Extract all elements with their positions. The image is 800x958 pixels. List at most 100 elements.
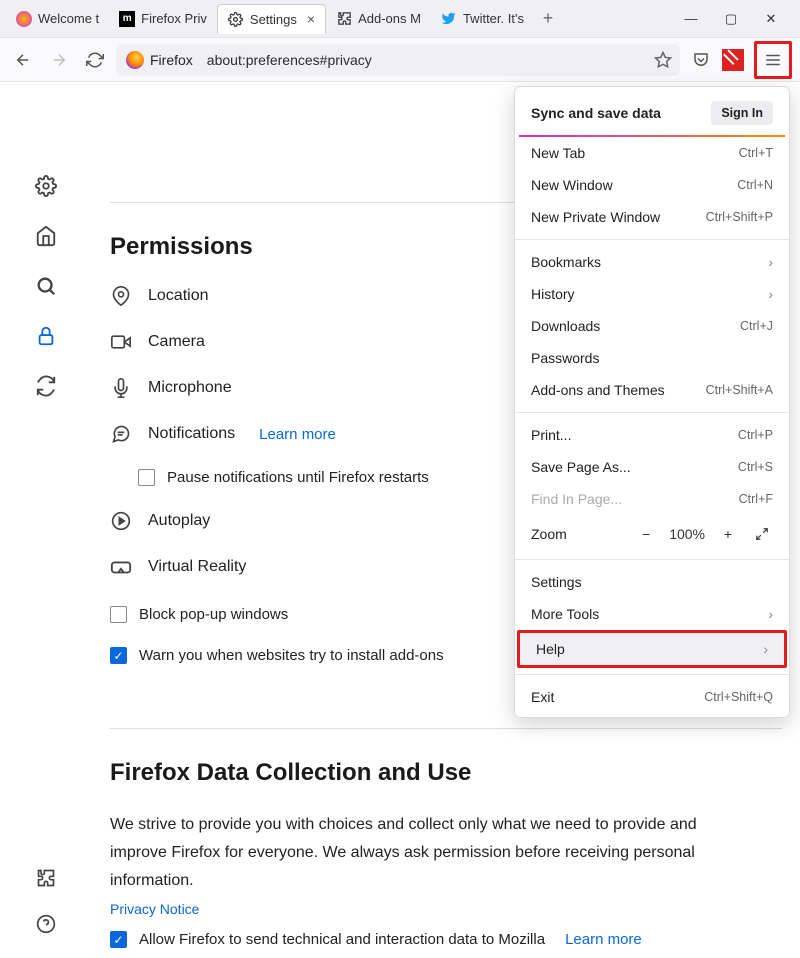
menu-more-tools[interactable]: More Tools›	[515, 598, 789, 630]
firefox-icon	[16, 11, 32, 27]
data-collection-heading: Firefox Data Collection and Use	[110, 759, 782, 787]
divider	[515, 674, 789, 675]
close-window-button[interactable]: ✕	[758, 11, 784, 27]
sidebar-help[interactable]	[34, 912, 58, 936]
sidebar-sync[interactable]	[34, 374, 58, 398]
url-text: about:preferences#privacy	[207, 52, 372, 68]
bookmark-star-icon[interactable]	[654, 51, 672, 69]
tab-twitter[interactable]: Twitter. It's	[431, 4, 534, 34]
puzzle-icon	[336, 11, 352, 27]
menu-print[interactable]: Print...Ctrl+P	[515, 419, 789, 451]
close-icon[interactable]: ×	[307, 11, 315, 27]
identity-label: Firefox	[150, 52, 193, 68]
fullscreen-button[interactable]	[751, 523, 773, 545]
divider	[515, 559, 789, 560]
toolbar: Firefox about:preferences#privacy	[0, 38, 800, 82]
forward-button[interactable]	[44, 45, 74, 75]
menu-settings[interactable]: Settings	[515, 566, 789, 598]
menu-history[interactable]: History›	[515, 278, 789, 310]
allow-data-row: ✓ Allow Firefox to send technical and in…	[110, 931, 782, 948]
perm-label: Location	[148, 287, 209, 305]
chevron-right-icon: ›	[768, 606, 773, 622]
allow-data-label: Allow Firefox to send technical and inte…	[139, 931, 545, 948]
sidebar-privacy[interactable]	[34, 324, 58, 348]
zoom-out-button[interactable]: −	[635, 523, 657, 545]
tab-label: Add-ons M	[358, 11, 421, 26]
divider	[515, 412, 789, 413]
perm-label: Microphone	[148, 379, 232, 397]
zoom-in-button[interactable]: +	[717, 523, 739, 545]
maximize-button[interactable]: ▢	[718, 11, 744, 27]
twitter-icon	[441, 11, 457, 27]
data-collection-desc: We strive to provide you with choices an…	[110, 811, 750, 895]
reload-button[interactable]	[80, 45, 110, 75]
app-menu-button[interactable]	[758, 45, 788, 75]
hamburger-highlight	[754, 41, 792, 79]
tab-firefox-privacy[interactable]: m Firefox Priv	[109, 4, 217, 34]
notification-icon	[110, 423, 132, 445]
allow-data-checkbox[interactable]: ✓	[110, 931, 127, 948]
tab-label: Settings	[250, 12, 297, 27]
perm-label: Notifications	[148, 425, 235, 443]
menu-bookmarks[interactable]: Bookmarks›	[515, 246, 789, 278]
sidebar-search[interactable]	[34, 274, 58, 298]
sidebar-general[interactable]	[34, 174, 58, 198]
app-menu-panel: Sync and save data Sign In New TabCtrl+T…	[514, 86, 790, 718]
sidebar-home[interactable]	[34, 224, 58, 248]
privacy-notice-link[interactable]: Privacy Notice	[110, 901, 199, 917]
chevron-right-icon: ›	[768, 254, 773, 270]
menu-new-window[interactable]: New WindowCtrl+N	[515, 169, 789, 201]
minimize-button[interactable]: —	[678, 11, 704, 27]
location-icon	[110, 285, 132, 307]
perm-label: Virtual Reality	[148, 558, 246, 576]
tab-strip: Welcome t m Firefox Priv Settings × Add-…	[0, 0, 800, 38]
camera-icon	[110, 331, 132, 353]
back-button[interactable]	[8, 45, 38, 75]
settings-sidebar	[0, 82, 92, 958]
chevron-right-icon: ›	[763, 641, 768, 657]
pause-label: Pause notifications until Firefox restar…	[167, 469, 429, 486]
perm-label: Autoplay	[148, 512, 210, 530]
autoplay-icon	[110, 510, 132, 532]
warn-install-checkbox[interactable]: ✓	[110, 647, 127, 664]
divider	[110, 728, 782, 729]
menu-new-tab[interactable]: New TabCtrl+T	[515, 137, 789, 169]
site-identity[interactable]: Firefox	[124, 49, 199, 71]
menu-save-page[interactable]: Save Page As...Ctrl+S	[515, 451, 789, 483]
tab-settings[interactable]: Settings ×	[217, 4, 326, 34]
learn-more-link[interactable]: Learn more	[565, 931, 642, 948]
block-popups-label: Block pop-up windows	[139, 606, 288, 623]
menu-find: Find In Page...Ctrl+F	[515, 483, 789, 515]
microphone-icon	[110, 377, 132, 399]
sync-label: Sync and save data	[531, 105, 661, 121]
tab-label: Firefox Priv	[141, 11, 207, 26]
warn-install-label: Warn you when websites try to install ad…	[139, 647, 444, 664]
perm-label: Camera	[148, 333, 205, 351]
menu-downloads[interactable]: DownloadsCtrl+J	[515, 310, 789, 342]
new-tab-button[interactable]: +	[534, 8, 562, 29]
address-bar[interactable]: Firefox about:preferences#privacy	[116, 44, 680, 76]
menu-exit[interactable]: ExitCtrl+Shift+Q	[515, 681, 789, 713]
tab-addons[interactable]: Add-ons M	[326, 4, 431, 34]
menu-zoom: Zoom − 100% +	[515, 515, 789, 553]
pause-checkbox[interactable]	[138, 469, 155, 486]
block-popups-checkbox[interactable]	[110, 606, 127, 623]
learn-more-link[interactable]: Learn more	[259, 426, 336, 443]
firefox-logo-icon	[126, 51, 144, 69]
tab-label: Twitter. It's	[463, 11, 524, 26]
vr-icon	[110, 556, 132, 578]
sign-in-button[interactable]: Sign In	[711, 101, 773, 125]
sidebar-extensions[interactable]	[34, 866, 58, 890]
tab-welcome[interactable]: Welcome t	[6, 4, 109, 34]
pocket-button[interactable]	[686, 45, 716, 75]
help-highlight: Help›	[517, 630, 787, 668]
menu-addons[interactable]: Add-ons and ThemesCtrl+Shift+A	[515, 374, 789, 406]
tab-label: Welcome t	[38, 11, 99, 26]
extension-icon[interactable]	[722, 49, 744, 71]
menu-passwords[interactable]: Passwords	[515, 342, 789, 374]
divider	[515, 239, 789, 240]
menu-new-private-window[interactable]: New Private WindowCtrl+Shift+P	[515, 201, 789, 233]
mozilla-icon: m	[119, 11, 135, 27]
gear-icon	[228, 11, 244, 27]
menu-help[interactable]: Help›	[520, 633, 784, 665]
